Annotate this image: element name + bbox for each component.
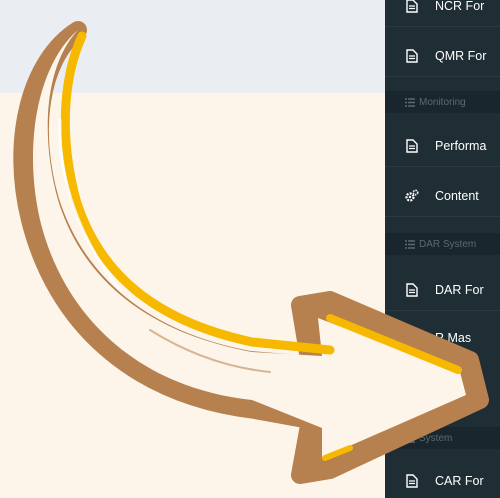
curved-arrow-icon [13,21,489,484]
